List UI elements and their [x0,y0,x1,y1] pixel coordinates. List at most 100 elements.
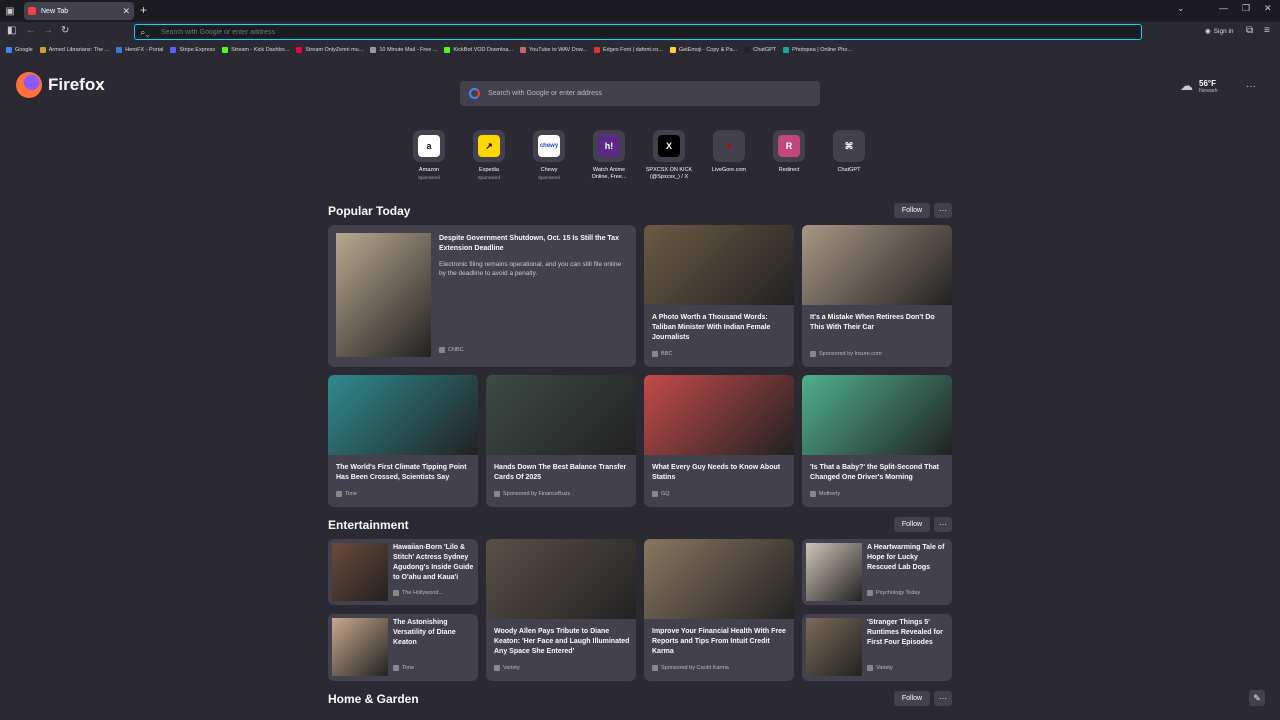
shortcut-tile[interactable]: a Amazon Sponsored [405,130,453,181]
story-card[interactable]: Hands Down The Best Balance Transfer Car… [486,375,636,507]
source-name: BBC [661,351,673,357]
reload-button[interactable]: ↻ [61,25,69,36]
shortcut-tile[interactable]: ● LiveGore.com [705,130,753,181]
account-icon: ◉ [1205,28,1211,35]
bookmark-item[interactable]: Photopea | Online Pho... [783,46,852,53]
close-icon[interactable]: ✕ [122,6,130,17]
bookmark-item[interactable]: Google [6,46,33,53]
source-logo-icon [652,491,658,497]
story-card[interactable]: Despite Government Shutdown, Oct. 15 Is … [328,225,636,367]
source-name: The Hollywood... [402,590,443,596]
brand-name: Firefox [48,75,105,94]
sidebar-icon[interactable]: ◧ [7,25,16,36]
customize-menu-icon[interactable]: ··· [1246,81,1256,92]
bookmark-label: Stripe Express [179,46,216,53]
section-title-home: Home & Garden [328,692,419,706]
story-image [806,543,862,601]
bookmark-item[interactable]: HeroFX - Portal [116,46,163,53]
follow-button[interactable]: Follow [894,203,930,218]
bookmark-favicon-icon [116,46,123,53]
shortcut-label: SPXCSX ON KICK (@Spxcsx_) / X [645,167,693,180]
home-search-box[interactable]: Search with Google or enter address [460,81,820,106]
story-source: Variety [494,665,520,671]
story-card[interactable]: A Photo Worth a Thousand Words: Taliban … [644,225,794,367]
story-card[interactable]: Improve Your Financial Health With Free … [644,539,794,681]
restore-button[interactable]: ❐ [1242,3,1250,14]
weather-widget[interactable]: ☁ 56°F Newark [1180,78,1218,94]
story-image [328,375,478,455]
bookmark-item[interactable]: Stream - Kick Dashbo... [222,46,290,53]
shortcut-glyph-icon: h! [598,135,620,157]
url-input[interactable] [161,28,1061,36]
shortcut-icon: chewy [533,130,565,162]
tab-new-tab[interactable]: New Tab ✕ [24,2,134,20]
edit-pencil-icon[interactable]: ✎ [1249,690,1265,706]
back-button[interactable]: ← [26,25,36,36]
extensions-icon[interactable]: ⧉ [1246,25,1253,36]
bookmark-item[interactable]: Edges Font | dafont.co... [594,46,663,53]
sign-in-button[interactable]: ◉ Sign in [1205,27,1234,36]
story-card[interactable]: Woody Allen Pays Tribute to Diane Keaton… [486,539,636,681]
section-menu-button[interactable]: ··· [934,691,952,706]
story-source: BBC [652,351,672,357]
story-source: The Hollywood... [393,590,443,596]
story-image [806,618,862,676]
shortcut-glyph-icon: ↗ [478,135,500,157]
google-icon [469,88,480,99]
bookmark-label: Google [15,46,33,53]
story-title: Despite Government Shutdown, Oct. 15 Is … [439,235,619,252]
story-source: Psychology Today [867,590,920,596]
follow-button[interactable]: Follow [894,517,930,532]
bookmark-item[interactable]: 10 Minute Mail - Free ... [370,46,437,53]
story-card[interactable]: 'Stranger Things 5' Runtimes Revealed fo… [802,614,952,681]
bookmark-item[interactable]: Stripe Express [170,46,216,53]
story-source: Motherly [810,491,840,497]
bookmark-item[interactable]: GetEmoji - Copy & Pa... [669,46,737,53]
shortcut-tile[interactable]: X SPXCSX ON KICK (@Spxcsx_) / X [645,130,693,181]
search-icon[interactable]: ⌕⌄ [135,27,155,38]
bookmark-label: Stream - Kick Dashbo... [231,46,290,53]
shortcut-tile[interactable]: chewy Chewy Sponsored [525,130,573,181]
source-name: Variety [876,665,893,671]
shortcut-tile[interactable]: ⌘ ChatGPT [825,130,873,181]
bookmark-item[interactable]: YouTube to WAV Dow... [520,46,587,53]
bookmark-favicon-icon [370,46,377,53]
new-tab-button[interactable]: + [140,3,147,17]
shortcut-tile[interactable]: h! Watch Anime Online, Free... [585,130,633,181]
story-card[interactable]: 'Is That a Baby?' the Split-Second That … [802,375,952,507]
minimize-button[interactable]: — [1219,3,1228,13]
bookmark-item[interactable]: Armed Librarians: The ... [39,46,110,53]
shortcut-tile[interactable]: R Redirect [765,130,813,181]
forward-button[interactable]: → [43,25,53,36]
bookmark-favicon-icon [222,46,229,53]
story-source: Sponsored by Insure.com [810,351,882,357]
address-bar[interactable]: ⌕⌄ [134,24,1142,40]
bookmark-label: Armed Librarians: The ... [48,46,110,53]
bookmark-item[interactable]: Stream OnlyZenni mu... [296,46,363,53]
story-card[interactable]: Hawaiian-Born 'Lilo & Stitch' Actress Sy… [328,539,478,605]
chevron-down-icon[interactable]: ⌄ [1177,3,1185,14]
list-tabs-button[interactable]: ▣ [0,0,20,22]
story-card[interactable]: A Heartwarming Tale of Hope for Lucky Re… [802,539,952,605]
bookmark-item[interactable]: ChatGPT [744,46,776,53]
section-menu-button[interactable]: ··· [934,517,952,532]
shortcut-sponsored-label: Sponsored [478,175,500,180]
shortcut-label: ChatGPT [837,167,861,173]
shortcut-label: Chewy [540,167,558,173]
bookmark-favicon-icon [520,46,527,53]
bookmark-favicon-icon [170,46,177,53]
story-card[interactable]: What Every Guy Needs to Know About Stati… [644,375,794,507]
bookmark-item[interactable]: KickBot VOD Downloa... [444,46,513,53]
close-window-button[interactable]: ✕ [1264,3,1272,14]
story-source: GQ [652,491,670,497]
bookmarks-toolbar: Google Armed Librarians: The ... HeroFX - … [0,43,1280,56]
follow-button[interactable]: Follow [894,691,930,706]
source-name: Motherly [819,491,841,497]
section-menu-button[interactable]: ··· [934,203,952,218]
shortcut-tile[interactable]: ↗ Expedia Sponsored [465,130,513,181]
menu-icon[interactable]: ≡ [1264,25,1270,36]
story-card[interactable]: The Astonishing Versatility of Diane Kea… [328,614,478,681]
story-card[interactable]: It's a Mistake When Retirees Don't Do Th… [802,225,952,367]
story-card[interactable]: The World's First Climate Tipping Point … [328,375,478,507]
bookmark-favicon-icon [594,46,600,53]
